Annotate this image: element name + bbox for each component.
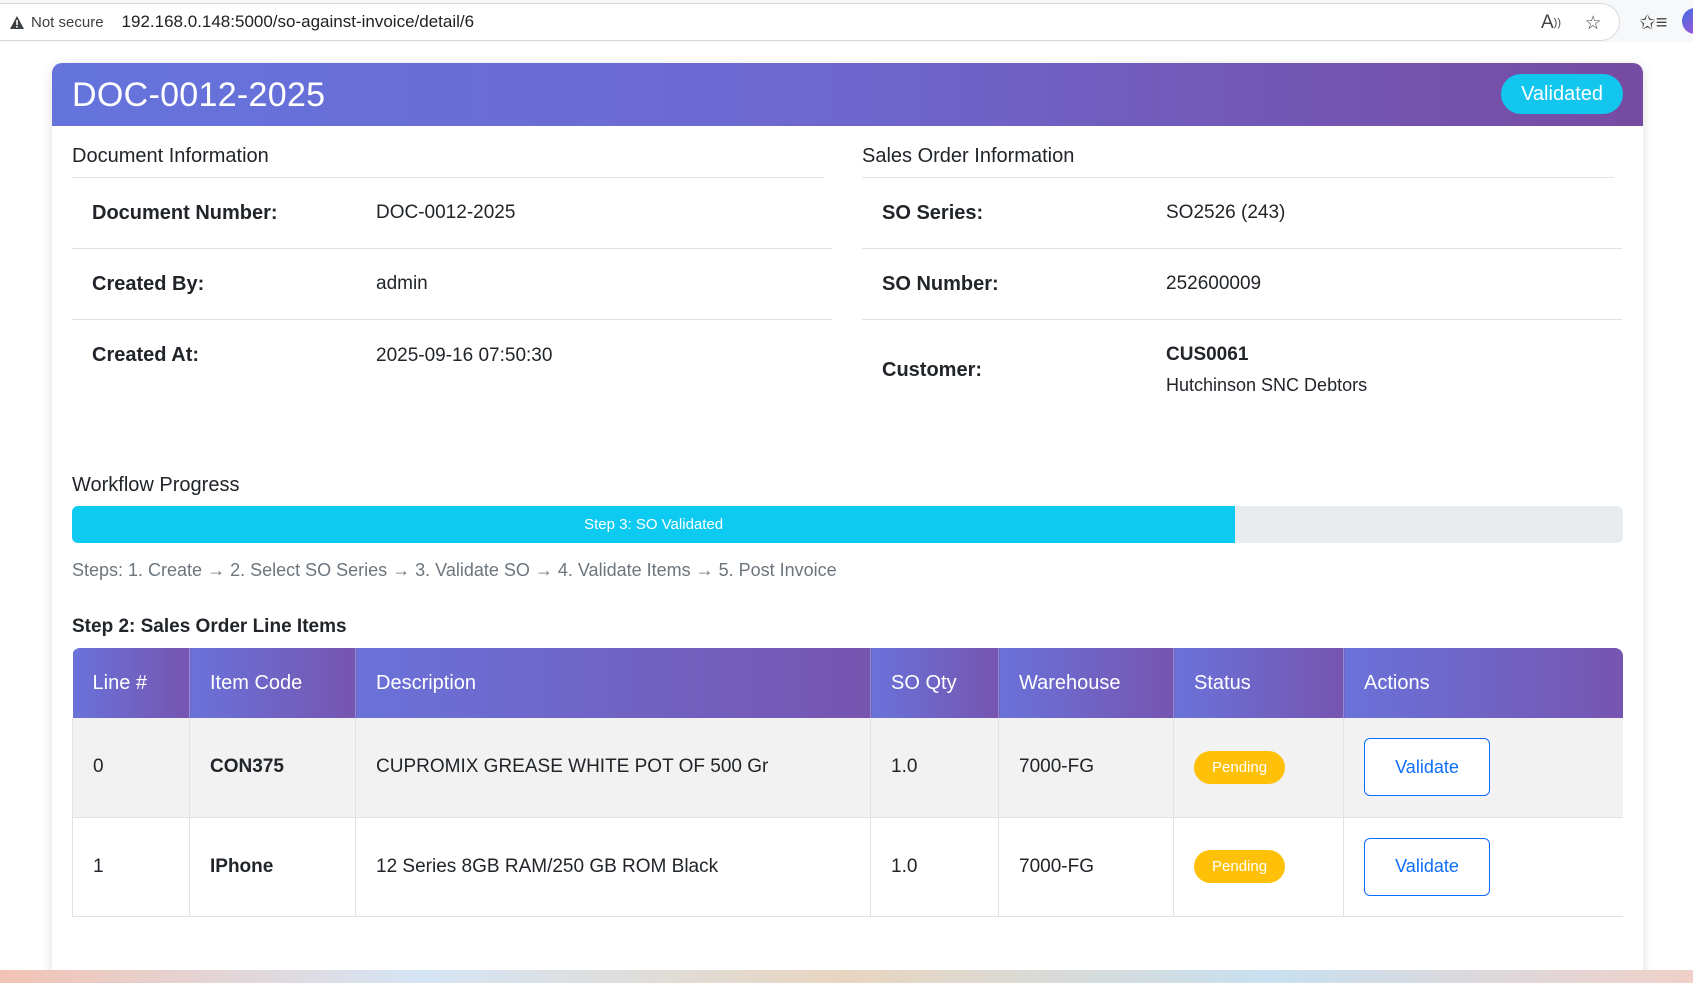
actions-cell: Validate — [1343, 718, 1623, 818]
info-label: SO Number: — [882, 272, 999, 295]
document-information-title: Document Information — [72, 145, 824, 178]
info-value: DOC-0012-2025 — [376, 202, 516, 223]
validate-button[interactable]: Validate — [1364, 738, 1490, 797]
item-code: IPhone — [189, 817, 356, 917]
status-badge: Validated — [1501, 74, 1623, 114]
line-items-table: Line # Item Code Description SO Qty Ware… — [72, 648, 1623, 917]
item-description: CUPROMIX GREASE WHITE POT OF 500 Gr — [355, 718, 871, 818]
status-cell: Pending — [1173, 817, 1344, 917]
so-qty: 1.0 — [870, 718, 999, 818]
sales-order-information-panel: Sales Order Information SO Series: SO252… — [862, 145, 1622, 420]
customer-code: CUS0061 — [1166, 344, 1249, 365]
read-aloud-icon[interactable]: A)) — [1539, 12, 1563, 34]
info-value: 2025-09-16 07:50:30 — [376, 344, 553, 366]
sales-order-information-title: Sales Order Information — [862, 145, 1614, 178]
workflow-progress-bar: Step 3: SO Validated — [72, 506, 1623, 543]
info-label: SO Series: — [882, 201, 984, 224]
url-text[interactable]: 192.168.0.148:5000/so-against-invoice/de… — [122, 12, 475, 32]
column-header-item-code: Item Code — [189, 648, 356, 718]
column-header-status: Status — [1173, 648, 1344, 718]
card-header: DOC-0012-2025 Validated — [52, 63, 1643, 126]
info-value: 252600009 — [1166, 273, 1262, 294]
info-value: SO2526 (243) — [1166, 202, 1286, 223]
info-row-created-by: Created By: admin — [72, 249, 832, 320]
customer-name: Hutchinson SNC Debtors — [1166, 375, 1368, 395]
column-header-line: Line # — [72, 648, 190, 718]
document-information-panel: Document Information Document Number: DO… — [72, 145, 832, 391]
info-label: Document Number: — [92, 201, 278, 224]
profile-avatar[interactable] — [1682, 8, 1693, 34]
taskbar-strip — [0, 970, 1693, 983]
pending-badge: Pending — [1194, 750, 1286, 784]
item-code: CON375 — [189, 718, 356, 818]
workflow-progress-title: Workflow Progress — [72, 474, 240, 496]
column-header-so-qty: SO Qty — [870, 648, 999, 718]
item-description: 12 Series 8GB RAM/250 GB ROM Black — [355, 817, 871, 917]
security-label[interactable]: Not secure — [31, 14, 104, 31]
info-row-document-number: Document Number: DOC-0012-2025 — [72, 178, 832, 249]
actions-cell: Validate — [1343, 817, 1623, 917]
warehouse: 7000-FG — [998, 817, 1174, 917]
table-header-row: Line # Item Code Description SO Qty Ware… — [72, 648, 1623, 718]
status-cell: Pending — [1173, 718, 1344, 818]
pending-badge: Pending — [1194, 850, 1286, 883]
info-row-so-series: SO Series: SO2526 (243) — [862, 178, 1622, 249]
document-card: DOC-0012-2025 Validated Document Informa… — [52, 63, 1643, 983]
page-title: DOC-0012-2025 — [72, 76, 326, 114]
browser-toolbar: Not secure 192.168.0.148:5000/so-against… — [0, 0, 1693, 42]
info-label: Created At: — [92, 344, 200, 366]
validate-button[interactable]: Validate — [1364, 837, 1490, 896]
favorites-icon[interactable]: ✩≡ — [1639, 10, 1667, 35]
info-label: Customer: — [882, 358, 983, 381]
progress-fill: Step 3: SO Validated — [72, 506, 1236, 543]
column-header-warehouse: Warehouse — [998, 648, 1174, 718]
table-row: 1 IPhone 12 Series 8GB RAM/250 GB ROM Bl… — [72, 817, 1623, 917]
info-row-customer: Customer: CUS0061 Hutchinson SNC Debtors — [862, 320, 1622, 420]
info-label: Created By: — [92, 272, 205, 295]
line-number: 1 — [72, 817, 190, 917]
column-header-description: Description — [355, 648, 871, 718]
info-row-created-at: Created At: 2025-09-16 07:50:30 — [72, 320, 832, 391]
line-items-title: Step 2: Sales Order Line Items — [72, 616, 347, 637]
workflow-steps-text: Steps: 1. Create → 2. Select SO Series →… — [72, 560, 837, 580]
address-bar[interactable]: Not secure 192.168.0.148:5000/so-against… — [0, 3, 1620, 41]
info-value: admin — [376, 273, 428, 294]
warning-icon[interactable] — [9, 14, 25, 30]
customer-value: CUS0061 Hutchinson SNC Debtors — [1166, 344, 1367, 396]
info-row-so-number: SO Number: 252600009 — [862, 249, 1622, 320]
so-qty: 1.0 — [870, 817, 999, 917]
line-number: 0 — [72, 718, 190, 818]
table-row: 0 CON375 CUPROMIX GREASE WHITE POT OF 50… — [72, 718, 1623, 818]
favorite-star-icon[interactable]: ☆ — [1581, 12, 1605, 34]
column-header-actions: Actions — [1343, 648, 1623, 718]
warehouse: 7000-FG — [998, 718, 1174, 818]
